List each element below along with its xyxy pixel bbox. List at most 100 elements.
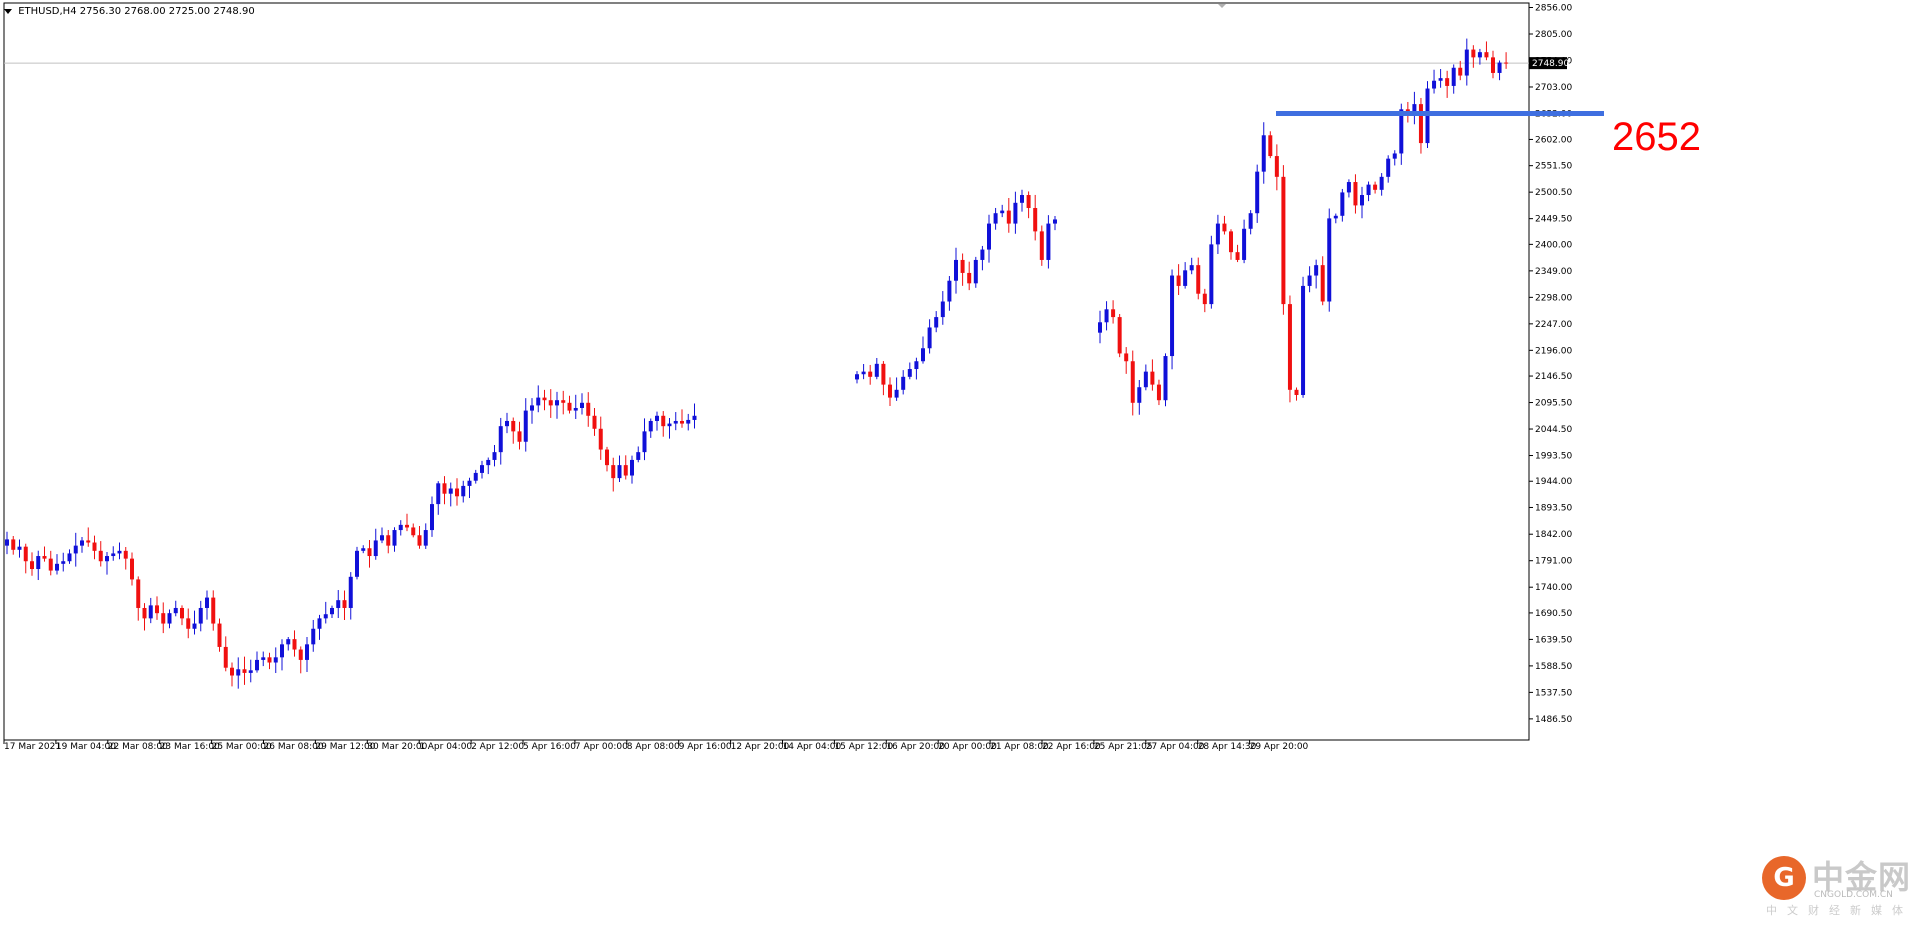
candle-body	[967, 272, 972, 284]
candle-body	[1497, 62, 1502, 73]
candle-body	[914, 361, 919, 370]
candle-body	[92, 542, 97, 551]
candle-body	[273, 657, 278, 663]
candle-body	[686, 419, 691, 424]
candle-body	[1504, 62, 1509, 64]
candle-body	[411, 527, 416, 536]
candle-body	[1340, 192, 1345, 216]
candle-body	[561, 400, 566, 403]
logo-subtitle: 中文财经新媒体	[1766, 904, 1913, 917]
symbol-header: ETHUSD,H4 2756.30 2768.00 2725.00 2748.9…	[4, 6, 255, 17]
candle-body	[1229, 231, 1233, 253]
y-tick-label: 2500.50	[1535, 188, 1572, 198]
candle-body	[1281, 176, 1286, 305]
candle-body	[1137, 387, 1142, 403]
y-tick-label: 2449.50	[1535, 215, 1572, 225]
candle-body	[673, 420, 678, 424]
y-tick-label: 1690.50	[1535, 609, 1572, 619]
candle-body	[105, 556, 109, 562]
candle-body	[167, 613, 172, 624]
candle-body	[223, 646, 228, 668]
x-tick-label: 27 Apr 04:00	[1146, 742, 1205, 752]
dropdown-triangle-icon[interactable]	[4, 8, 12, 14]
chart-area[interactable]: 2856.002805.002754.002703.002652.002602.…	[0, 0, 1920, 927]
candle-body	[888, 384, 892, 398]
logo-en-name: CNGOLD.COM.CN	[1814, 890, 1893, 900]
y-tick-label: 1893.50	[1535, 503, 1572, 513]
candle-body	[630, 459, 634, 476]
y-tick-label: 2703.00	[1535, 83, 1572, 93]
candle-body	[1477, 52, 1482, 58]
candle-body	[198, 607, 203, 624]
candle-body	[940, 301, 945, 318]
candle-body	[1053, 219, 1057, 224]
candle-body	[1242, 228, 1247, 260]
candle-body	[173, 607, 178, 614]
candle-body	[1124, 353, 1129, 362]
candle-body	[1314, 265, 1319, 276]
candle-body	[205, 597, 209, 608]
candle-body	[1353, 182, 1358, 206]
candle-body	[692, 415, 697, 420]
candle-body	[927, 327, 932, 349]
candle-body	[907, 369, 912, 377]
y-tick-label: 2805.00	[1535, 30, 1572, 40]
candle-body	[248, 670, 253, 673]
candle-body	[55, 563, 59, 571]
candle-body	[1360, 195, 1364, 206]
candle-body	[461, 485, 466, 497]
candle-body	[642, 431, 647, 453]
y-tick-label: 1842.00	[1535, 530, 1572, 540]
candle-body	[142, 607, 147, 619]
candle-body	[1006, 210, 1011, 224]
candle-body	[1117, 317, 1122, 354]
candle-body	[155, 605, 159, 614]
candle-body	[417, 535, 422, 546]
candle-body	[11, 539, 16, 550]
candle-body	[1333, 215, 1338, 219]
candle-body	[380, 535, 384, 541]
x-tick-label: 17 Mar 2021	[4, 742, 61, 752]
candle-body	[5, 539, 9, 546]
candle-body	[567, 402, 572, 411]
candle-body	[1386, 158, 1391, 177]
candle-body	[348, 576, 353, 608]
candle-body	[236, 669, 241, 676]
candle-body	[1373, 184, 1378, 190]
candle-body	[680, 420, 684, 424]
candle-body	[130, 558, 134, 580]
candle-body	[586, 402, 591, 416]
candle-body	[1235, 252, 1240, 260]
x-tick-label: 22 Apr 16:00	[1042, 742, 1101, 752]
y-tick-label: 1639.50	[1535, 635, 1572, 645]
candle-body	[86, 540, 91, 543]
y-tick-label: 2298.00	[1535, 293, 1572, 303]
candle-body	[473, 472, 478, 481]
candle-body	[1222, 223, 1227, 232]
candle-body	[386, 535, 391, 546]
candle-body	[655, 415, 659, 421]
candle-body	[661, 415, 666, 427]
candle-body	[1418, 104, 1423, 144]
candle-body	[517, 431, 522, 442]
candle-body	[511, 420, 516, 432]
candle-body	[1346, 182, 1351, 193]
candle-body	[1464, 49, 1469, 76]
candle-body	[1130, 361, 1135, 403]
candle-body	[61, 561, 66, 564]
candle-body	[1248, 213, 1253, 229]
candle-body	[1111, 309, 1116, 318]
candle-body	[17, 546, 22, 550]
candle-body	[261, 657, 266, 660]
candle-body	[267, 657, 272, 663]
candle-body	[1392, 153, 1397, 159]
candle-body	[23, 546, 28, 562]
candle-body	[1261, 135, 1266, 172]
candle-body	[286, 639, 291, 645]
candle-body	[598, 428, 603, 450]
candle-body	[80, 540, 84, 546]
candle-body	[330, 607, 334, 615]
candle-body	[486, 459, 491, 466]
candle-body	[1320, 265, 1325, 302]
candle-body	[498, 426, 503, 453]
